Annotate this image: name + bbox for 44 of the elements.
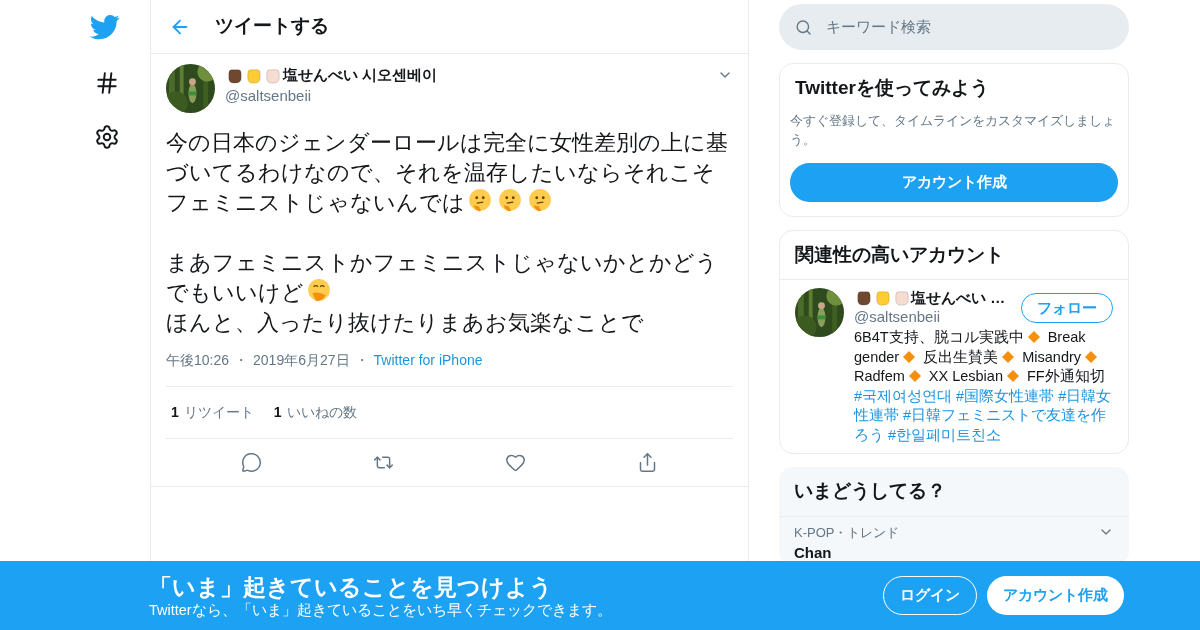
search-icon — [795, 17, 813, 37]
author-name[interactable]: 塩せんべい 시오센베이 — [283, 64, 438, 87]
search-input[interactable]: キーワード検索 — [826, 15, 1113, 39]
tweet-date: 2019年6月27日 — [253, 351, 350, 370]
hashtag-icon[interactable] — [94, 70, 120, 96]
thinking-face-icon — [497, 188, 523, 214]
reply-icon[interactable] — [241, 452, 263, 473]
signup-button[interactable]: アカウント作成 — [987, 576, 1124, 615]
card-text: 今すぐ登録して、タイムラインをカスタマイズしましょう。 — [790, 111, 1116, 149]
banner-title: 「いま」起きていることを見つけよう — [149, 572, 554, 601]
trend-context: K-POP・トレンド — [794, 523, 901, 542]
card-title: Twitterを使ってみよう — [794, 76, 990, 100]
diamond-icon — [1027, 331, 1040, 343]
diamond-icon — [903, 350, 916, 363]
card-title: 関連性の高いアカウント — [780, 230, 1128, 280]
tweet-time: 午後10:26 — [166, 351, 230, 370]
diamond-icon — [1002, 350, 1015, 363]
search-field[interactable]: キーワード検索 — [779, 4, 1129, 50]
banner-subtitle: Twitterなら、「いま」起きていることをいち早くチェックできます。 — [149, 600, 613, 619]
diamond-icon — [1085, 350, 1098, 363]
account-name[interactable]: 塩せんべい … — [911, 288, 1006, 307]
dot-separator: ・ — [234, 351, 249, 370]
source-link[interactable]: Twitter for iPhone — [373, 350, 483, 371]
settings-icon[interactable] — [94, 124, 120, 150]
stat-label[interactable]: リツイート — [183, 402, 254, 423]
like-icon[interactable] — [504, 452, 526, 473]
tweet-text: 今の日本のジェンダーロールは完全に女性差別の上に基づいてるわけなので、それを温存したいならそれこそフェミニストじゃないんでは まあフェミニストかフェミニストじゃないかとかどうでもいいけど ほんと、入ったり抜けたりまあお気楽なことで — [166, 129, 729, 337]
stat-count: 1 — [273, 403, 282, 422]
bird-logo-icon[interactable] — [90, 12, 120, 42]
thinking-face-icon — [467, 188, 493, 214]
account-handle[interactable]: @saltsenbeii — [854, 307, 941, 326]
stat-label[interactable]: いいねの数 — [286, 402, 357, 423]
author-handle[interactable]: @saltsenbeii — [225, 86, 312, 105]
signup-button[interactable]: アカウント作成 — [790, 162, 1118, 202]
stat-count: 1 — [171, 403, 179, 422]
hand-over-mouth-face-icon — [306, 278, 332, 304]
trend-name[interactable]: Chan — [794, 542, 832, 565]
dot-separator: ・ — [354, 351, 369, 370]
diamond-icon — [1007, 370, 1019, 382]
diamond-icon — [908, 370, 921, 382]
page-title: ツイートする — [215, 14, 329, 39]
thinking-face-icon — [527, 188, 553, 214]
account-bio: 6B4T支持、脱コル実践中 Break gender 反出生賛美 Misandry Radfem XX Lesbian FF外通知切 #국제여성연대 #国際女性連帯 #日韓女性連帯 #日韓フェミニストで友達を作ろう #한일페미트친소 — [854, 328, 1113, 445]
card-title: いまどうしてる？ — [779, 467, 1129, 517]
